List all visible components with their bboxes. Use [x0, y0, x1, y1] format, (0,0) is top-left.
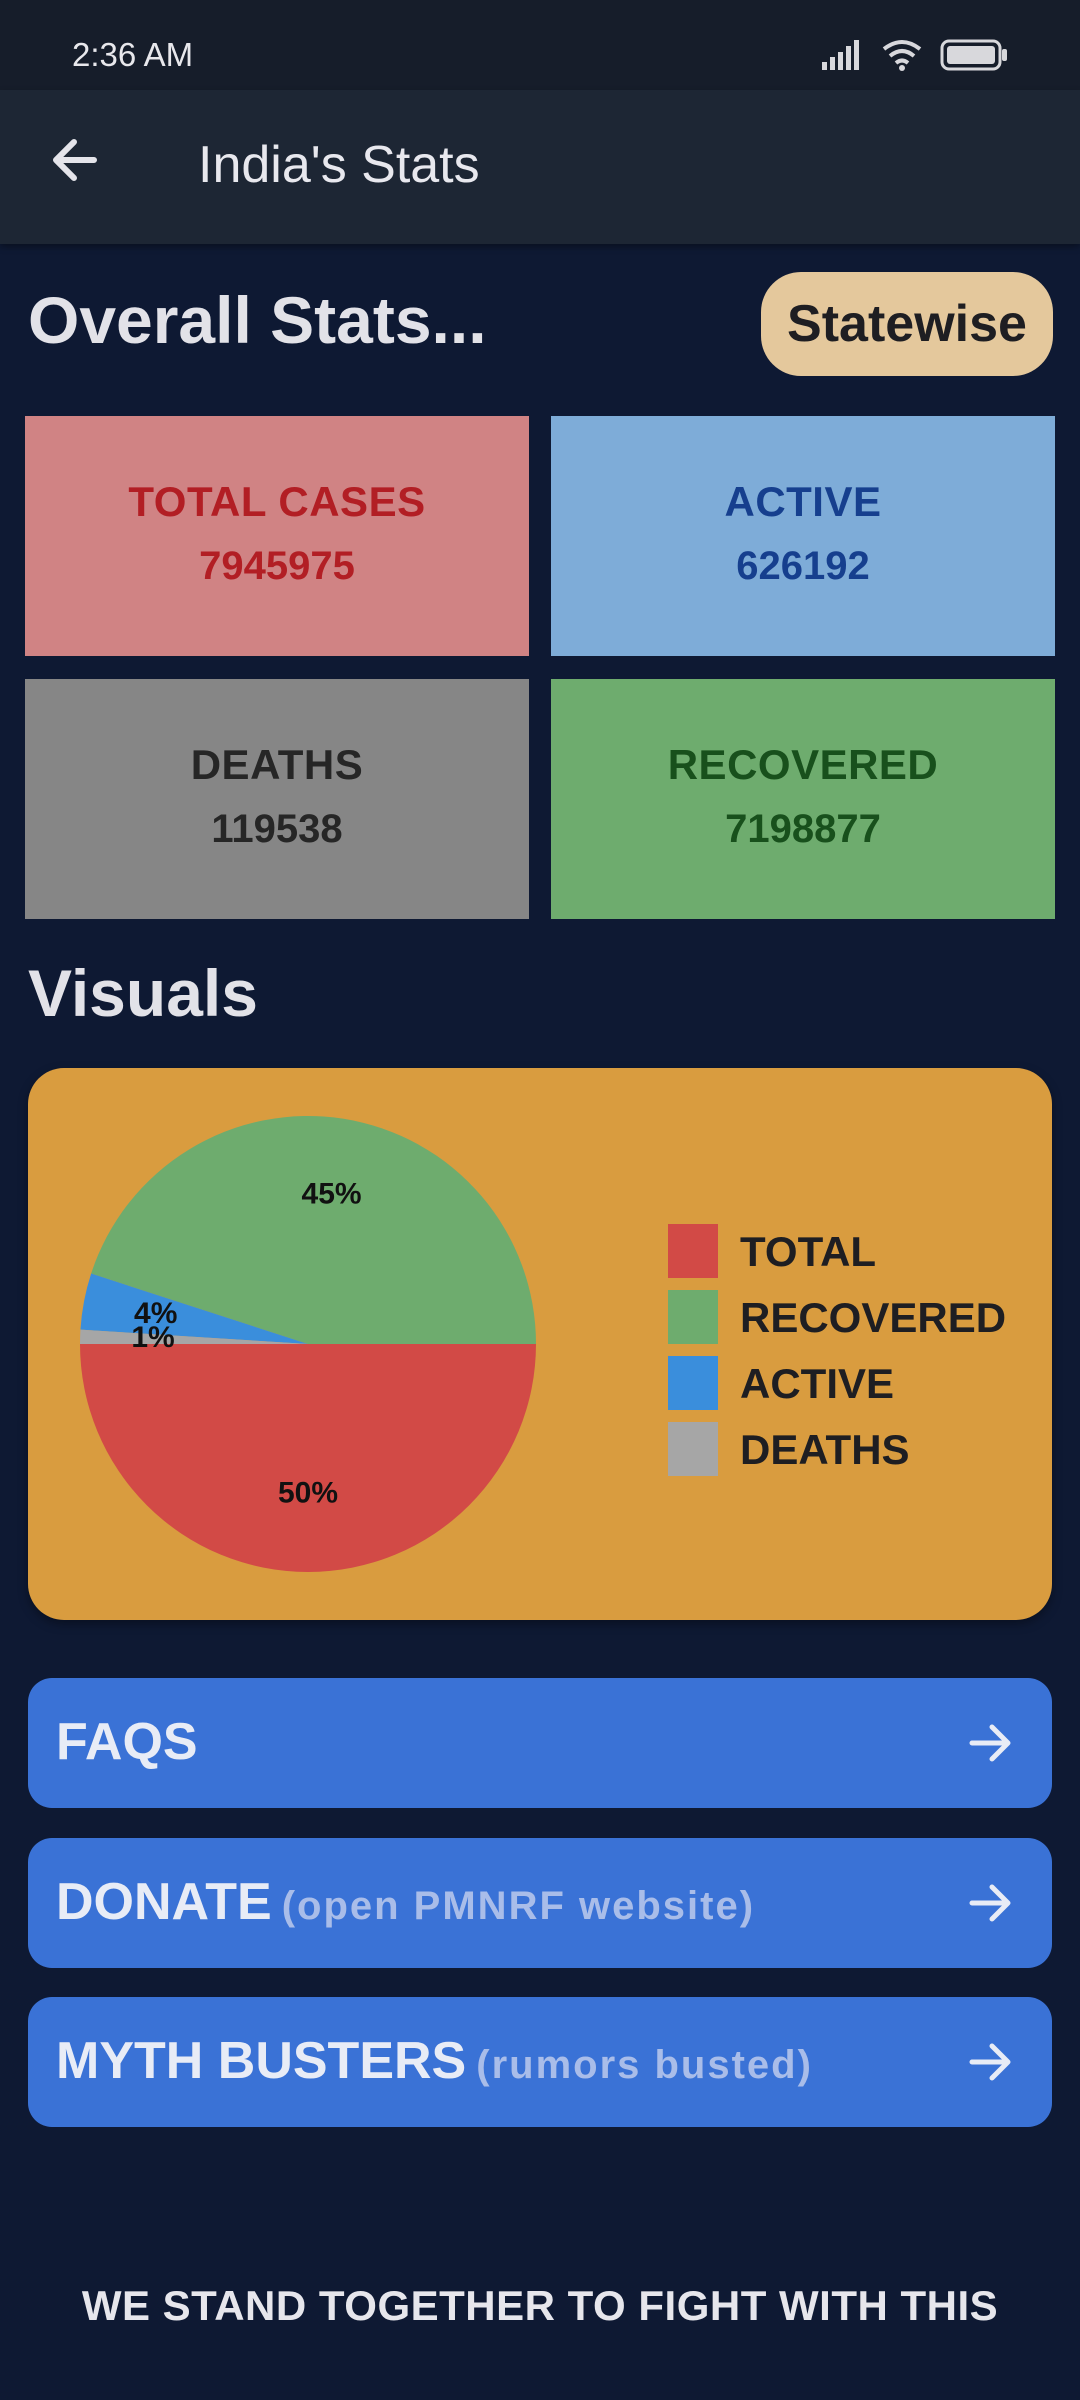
arrow-left-icon	[53, 139, 97, 181]
statewise-button[interactable]: Statewise	[761, 272, 1053, 376]
donate-button[interactable]: DONATE (open PMNRF website)	[28, 1838, 1052, 1968]
stat-label: DEATHS	[190, 741, 364, 788]
stat-label: RECOVERED	[667, 741, 939, 788]
arrow-right-icon	[969, 1884, 1011, 1922]
footer-message: WE STAND TOGETHER TO FIGHT WITH THIS	[81, 2282, 999, 2329]
stat-value: 7945975	[199, 544, 355, 588]
overall-stats-heading: Overall Stats...	[28, 283, 487, 357]
pie-label-recovered: 45%	[302, 1177, 362, 1210]
faqs-label: FAQS	[56, 1713, 198, 1771]
visuals-heading: Visuals	[28, 956, 258, 1030]
myth-busters-sublabel: (rumors busted)	[476, 2043, 813, 2087]
wifi-icon	[882, 40, 922, 71]
legend-swatch	[668, 1290, 718, 1344]
app-bar: India's Stats	[0, 90, 1080, 244]
back-button[interactable]	[46, 130, 106, 190]
pie-label-total: 50%	[278, 1476, 338, 1509]
deaths-card: DEATHS 119538	[25, 679, 529, 919]
stat-value: 119538	[211, 807, 343, 851]
legend-label: DEATHS	[740, 1426, 910, 1473]
legend-label: TOTAL	[740, 1228, 877, 1275]
pie-chart: 50%45%4%1%	[80, 1116, 536, 1572]
stat-value: 7198877	[725, 807, 881, 851]
donate-sublabel: (open PMNRF website)	[281, 1884, 756, 1928]
stat-value: 626192	[736, 544, 870, 588]
arrow-right-icon	[969, 2043, 1011, 2081]
status-bar: 2:36 AM	[0, 0, 1080, 90]
signal-icon	[822, 40, 859, 70]
total-cases-card: TOTAL CASES 7945975	[25, 416, 529, 656]
legend-label: ACTIVE	[740, 1360, 895, 1407]
donate-label: DONATE	[56, 1873, 272, 1931]
pie-label-deaths: 1%	[131, 1321, 174, 1354]
status-time: 2:36 AM	[72, 36, 194, 73]
active-card: ACTIVE 626192	[551, 416, 1055, 656]
app-title: India's Stats	[198, 136, 480, 194]
legend-label: RECOVERED	[740, 1294, 1007, 1341]
status-icons	[822, 38, 1008, 72]
arrow-right-icon	[969, 1724, 1011, 1762]
myth-busters-button[interactable]: MYTH BUSTERS (rumors busted)	[28, 1997, 1052, 2127]
legend-swatch	[668, 1224, 718, 1278]
stat-label: ACTIVE	[724, 478, 882, 525]
faqs-button[interactable]: FAQS	[28, 1678, 1052, 1808]
battery-icon	[940, 39, 1007, 71]
pie-slice-total	[80, 1344, 536, 1572]
myth-busters-label: MYTH BUSTERS	[56, 2032, 467, 2090]
pie-chart-card: 50% 45% 4% 1% TOTAL RECOVERED ACTIVE DEATHS	[28, 1068, 1052, 1620]
recovered-card: RECOVERED 7198877	[551, 679, 1055, 919]
legend-swatch	[668, 1356, 718, 1410]
legend-swatch	[668, 1422, 718, 1476]
stat-label: TOTAL CASES	[128, 478, 426, 525]
